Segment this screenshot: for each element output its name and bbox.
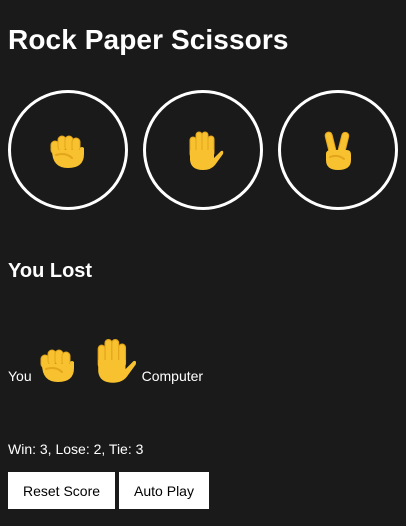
fist-icon	[50, 135, 84, 168]
page-title: Rock Paper Scissors	[8, 24, 289, 55]
scissors-button[interactable]	[278, 90, 398, 210]
computer-label: Computer	[141, 368, 204, 384]
fist-icon	[40, 349, 74, 382]
game-page: Rock Paper Scissors You Lost You Compute…	[0, 0, 406, 526]
raised-hand-icon	[97, 338, 136, 383]
result-text: You Lost	[8, 260, 93, 282]
computer-move	[88, 334, 138, 386]
player-move	[36, 342, 80, 386]
victory-hand-icon	[324, 131, 351, 170]
paper-button[interactable]	[143, 90, 263, 210]
raised-hand-icon	[189, 131, 224, 170]
moves-display: You Computer	[8, 334, 203, 386]
rock-button[interactable]	[8, 90, 128, 210]
auto-play-button[interactable]: Auto Play	[119, 472, 209, 509]
you-label: You	[8, 368, 32, 384]
reset-score-button[interactable]: Reset Score	[8, 472, 116, 509]
choice-buttons	[8, 90, 398, 210]
score-text: Win: 3, Lose: 2, Tie: 3	[8, 441, 144, 457]
action-buttons: Reset Score Auto Play	[8, 472, 209, 509]
